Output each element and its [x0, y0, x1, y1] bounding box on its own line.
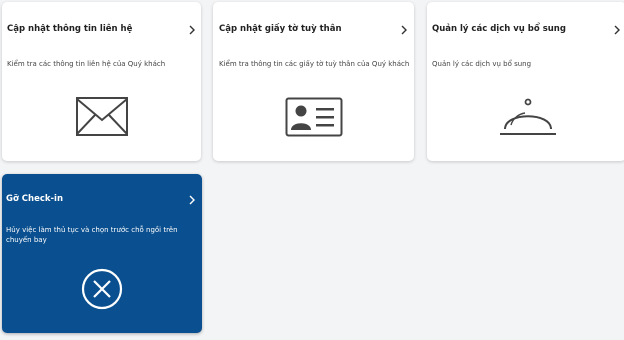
chevron-right-icon — [189, 25, 195, 35]
id-card-icon — [285, 97, 343, 137]
card-update-id-documents[interactable]: Cập nhật giấy tờ tuỳ thân Kiểm tra thông… — [213, 2, 414, 161]
card-update-contact[interactable]: Cập nhật thông tin liên hệ Kiểm tra các … — [2, 2, 201, 161]
card-title: Quản lý các dịch vụ bổ sung — [432, 24, 566, 34]
card-manage-additional-services[interactable]: Quản lý các dịch vụ bổ sung Quản lý các … — [427, 2, 624, 161]
chevron-right-icon — [614, 25, 620, 35]
card-title: Cập nhật thông tin liên hệ — [7, 24, 133, 34]
envelope-icon — [76, 97, 128, 136]
chevron-right-icon — [401, 25, 407, 35]
card-description: Hủy việc làm thủ tục và chọn trước chỗ n… — [6, 226, 178, 244]
card-description: Quản lý các dịch vụ bổ sung — [432, 60, 532, 68]
card-description: Kiểm tra thông tin các giấy tờ tuỳ thân … — [219, 60, 410, 68]
cancel-circle-icon — [81, 268, 123, 310]
card-title: Cập nhật giấy tờ tuỳ thân — [219, 24, 342, 34]
card-description: Kiểm tra các thông tin liên hệ của Quý k… — [7, 60, 166, 68]
card-title: Gỡ Check-in — [6, 194, 64, 204]
service-cloche-icon — [500, 98, 556, 135]
card-cancel-checkin[interactable]: Gỡ Check-in Hủy việc làm thủ tục và chọn… — [2, 174, 202, 333]
chevron-right-icon — [189, 195, 195, 205]
